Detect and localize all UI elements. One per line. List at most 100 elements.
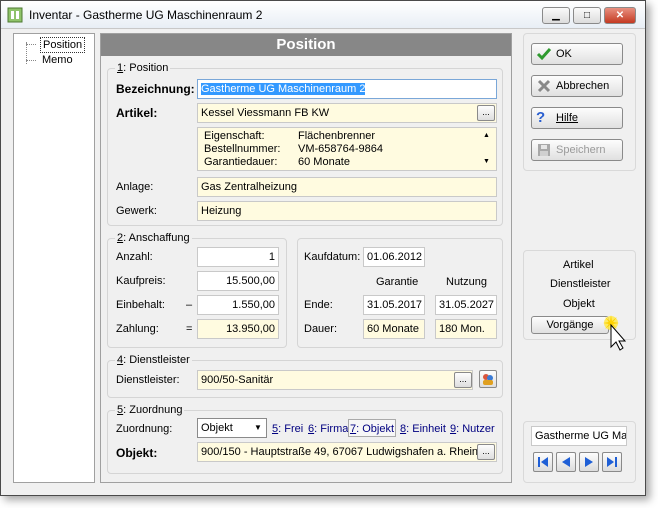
ende-garantie-field[interactable]: 31.05.2017 bbox=[363, 295, 425, 315]
gewerk-field[interactable]: Heizung bbox=[197, 201, 497, 221]
anzahl-label: Anzahl: bbox=[116, 251, 153, 263]
anzahl-value: 1 bbox=[268, 251, 275, 263]
group-title-text: : Anschaffung bbox=[123, 232, 190, 244]
minus-operator: – bbox=[186, 299, 193, 311]
gewerk-value: Heizung bbox=[201, 205, 242, 217]
window-title: Inventar - Gastherme UG Maschinenraum 2 bbox=[29, 8, 263, 22]
help-label: Hilfe bbox=[556, 112, 579, 124]
link-artikel[interactable]: Artikel bbox=[563, 259, 594, 271]
tab-label: : Einheit bbox=[406, 423, 446, 435]
dauer-nutzung-field: 180 Mon. bbox=[435, 319, 497, 339]
cancel-label: Abbrechen bbox=[556, 80, 610, 92]
dienstleister-browse-button[interactable]: ... bbox=[454, 372, 472, 388]
tab-nutzer[interactable]: 9: Nutzer bbox=[450, 420, 495, 438]
record-display-value: Gastherme UG Ma bbox=[535, 430, 627, 442]
detail-value: VM-658764-9864 bbox=[298, 143, 384, 155]
objekt-value: 900/150 - Hauptstraße 49, 67067 Ludwigsh… bbox=[201, 446, 479, 458]
tab-label: : Frei bbox=[278, 423, 304, 435]
first-record-button[interactable] bbox=[533, 452, 553, 472]
einbehalt-value: 1.550,00 bbox=[232, 299, 275, 311]
anlage-field[interactable]: Gas Zentralheizung bbox=[197, 177, 497, 197]
tab-firma[interactable]: 6: Firma bbox=[308, 420, 348, 438]
anlage-value: Gas Zentralheizung bbox=[201, 181, 297, 193]
tree-item-label: Memo bbox=[42, 54, 73, 66]
chevron-down-icon[interactable]: ▼ bbox=[254, 419, 262, 437]
objekt-field[interactable]: 900/150 - Hauptstraße 49, 67067 Ludwigsh… bbox=[197, 442, 497, 462]
close-button[interactable]: ✕ bbox=[604, 7, 636, 24]
dienstleister-value: 900/50-Sanitär bbox=[201, 374, 274, 386]
scroll-up-icon[interactable]: ▲ bbox=[483, 132, 490, 139]
tab-frei[interactable]: 5: Frei bbox=[272, 420, 303, 438]
help-button[interactable]: ? Hilfe bbox=[531, 107, 623, 129]
anzahl-field[interactable]: 1 bbox=[197, 247, 279, 267]
artikel-label: Artikel: bbox=[116, 106, 158, 120]
bezeichnung-field[interactable]: Gastherme UG Maschinenraum 2 bbox=[197, 79, 497, 99]
dauer-garantie-field: 60 Monate bbox=[363, 319, 425, 339]
ok-label: OK bbox=[556, 48, 572, 60]
dienstleister-field[interactable]: 900/50-Sanitär bbox=[197, 370, 473, 390]
ok-button[interactable]: OK bbox=[531, 43, 623, 65]
ende-nutzung-value: 31.05.2027 bbox=[439, 299, 495, 311]
objekt-browse-button[interactable]: ... bbox=[477, 444, 495, 460]
nutzung-column-header: Nutzung bbox=[446, 276, 487, 288]
check-icon bbox=[536, 46, 552, 62]
zahlung-field: 13.950,00 bbox=[197, 319, 279, 339]
details-scrollbar[interactable]: ▲ ▼ bbox=[481, 130, 493, 168]
app-icon bbox=[7, 6, 23, 24]
group-title-text: : Position bbox=[123, 62, 169, 74]
link-dienstleister[interactable]: Dienstleister bbox=[550, 278, 611, 290]
link-objekt[interactable]: Objekt bbox=[563, 298, 595, 310]
dauer-nutzung-value: 180 Mon. bbox=[439, 323, 485, 335]
tab-einheit[interactable]: 8: Einheit bbox=[400, 420, 446, 438]
tab-objekt[interactable]: 7: Objekt bbox=[348, 419, 397, 437]
next-record-button[interactable] bbox=[579, 452, 599, 472]
last-record-button[interactable] bbox=[602, 452, 622, 472]
detail-key: Bestellnummer: bbox=[204, 143, 281, 155]
kaufpreis-field[interactable]: 15.500,00 bbox=[197, 271, 279, 291]
tab-label: : Objekt bbox=[356, 423, 395, 435]
kaufdatum-value: 01.06.2012 bbox=[367, 251, 423, 263]
mouse-cursor-icon bbox=[597, 313, 631, 351]
objekt-label: Objekt: bbox=[116, 446, 158, 460]
artikel-details-box[interactable]: Eigenschaft: Flächenbrenner Bestellnumme… bbox=[197, 127, 497, 171]
detail-key: Eigenschaft: bbox=[204, 130, 265, 142]
equals-operator: = bbox=[186, 323, 193, 335]
gewerk-label: Gewerk: bbox=[116, 205, 157, 217]
save-label: Speichern bbox=[556, 144, 606, 156]
artikel-field[interactable]: Kessel Viessmann FB KW bbox=[197, 103, 497, 123]
ende-garantie-value: 31.05.2017 bbox=[367, 299, 423, 311]
cancel-x-icon bbox=[536, 78, 552, 94]
einbehalt-label: Einbehalt: bbox=[116, 299, 165, 311]
zuordnung-select[interactable]: Objekt ▼ bbox=[197, 418, 267, 438]
kaufpreis-value: 15.500,00 bbox=[226, 275, 275, 287]
contacts-icon[interactable] bbox=[479, 370, 497, 388]
tree-branch bbox=[26, 44, 36, 45]
artikel-value: Kessel Viessmann FB KW bbox=[201, 107, 330, 119]
kaufdatum-field[interactable]: 01.06.2012 bbox=[363, 247, 425, 267]
artikel-browse-button[interactable]: ... bbox=[477, 105, 495, 121]
dienstleister-label: Dienstleister: bbox=[116, 374, 180, 386]
scroll-down-icon[interactable]: ▼ bbox=[483, 158, 490, 165]
zahlung-value: 13.950,00 bbox=[226, 323, 275, 335]
zuordnung-select-value: Objekt bbox=[201, 422, 233, 434]
minimize-button[interactable]: ▁ bbox=[542, 7, 570, 24]
zuordnung-group-title: 5: Zuordnung bbox=[115, 404, 185, 416]
cancel-button[interactable]: Abbrechen bbox=[531, 75, 623, 97]
save-button[interactable]: Speichern bbox=[531, 139, 623, 161]
dienstleister-group-title: 4: Dienstleister bbox=[115, 354, 192, 366]
kaufdatum-label: Kaufdatum: bbox=[304, 251, 361, 263]
einbehalt-field[interactable]: 1.550,00 bbox=[197, 295, 279, 315]
detail-value: Flächenbrenner bbox=[298, 130, 376, 142]
vorgaenge-label: Vorgänge bbox=[546, 319, 594, 331]
previous-record-button[interactable] bbox=[556, 452, 576, 472]
zuordnung-label: Zuordnung: bbox=[116, 423, 173, 435]
garantie-column-header: Garantie bbox=[376, 276, 419, 288]
group-title-text: : Dienstleister bbox=[123, 354, 190, 366]
question-mark-icon: ? bbox=[536, 109, 546, 126]
ende-nutzung-field[interactable]: 31.05.2027 bbox=[435, 295, 497, 315]
zahlung-label: Zahlung: bbox=[116, 323, 159, 335]
group-title-text: : Zuordnung bbox=[123, 404, 183, 416]
maximize-button[interactable]: □ bbox=[573, 7, 601, 24]
tree-item-label: Position bbox=[40, 37, 86, 53]
navigation-tree: Position Memo bbox=[13, 33, 95, 483]
